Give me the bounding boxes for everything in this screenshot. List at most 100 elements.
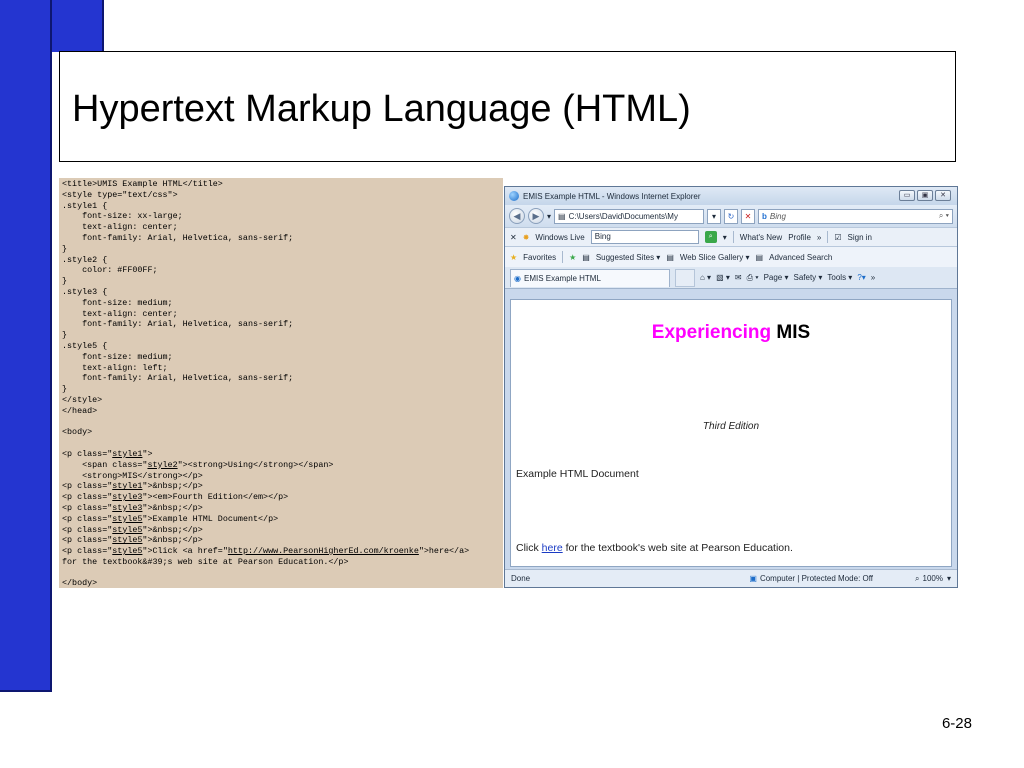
code-line: .style2 { (62, 255, 500, 266)
back-button[interactable]: ◀ (509, 208, 525, 224)
search-input[interactable]: b Bing ⌕ ▾ (758, 208, 953, 224)
code-segment: text-align: center; (62, 222, 178, 233)
left-accent-bar (0, 0, 52, 692)
close-button[interactable]: ✕ (935, 190, 951, 201)
zoom-dropdown-icon[interactable]: ▾ (947, 574, 951, 583)
more-chevron-icon[interactable]: » (817, 233, 821, 242)
code-line: <p class="style1"> (62, 449, 500, 460)
advanced-search-link[interactable]: Advanced Search (769, 253, 832, 262)
code-segment: text-align: left; (62, 362, 168, 373)
code-segment: color: #FF00FF; (62, 265, 158, 276)
favorites-button[interactable]: Favorites (523, 253, 556, 262)
code-segment: "><strong>Using</strong></span> (177, 459, 334, 470)
page-icon: ▤ (558, 211, 566, 221)
close-toolbar-icon[interactable]: ✕ (510, 233, 517, 242)
safety-menu[interactable]: Safety ▾ (793, 273, 822, 282)
ie-logo-icon (509, 191, 519, 201)
bing-icon: b (762, 211, 767, 221)
code-segment: </body> (62, 578, 98, 588)
stop-button[interactable]: ✕ (741, 208, 756, 224)
code-segment: "><em>Fourth Edition</em></p> (142, 492, 289, 503)
address-dropdown-button[interactable]: ▾ (707, 208, 722, 224)
code-segment: <title>UMIS Example HTML</title> (62, 179, 223, 189)
address-bar-row: ◀ ▶ ▾ ▤ C:\Users\David\Documents\My ▾ ↻ … (505, 205, 957, 227)
sign-in-link[interactable]: Sign in (848, 233, 872, 242)
code-segment: <strong>MIS</strong></p> (62, 470, 203, 481)
code-segment: font-size: xx-large; (62, 211, 183, 222)
code-segment: ">&nbsp;</p> (142, 524, 203, 535)
whats-new-link[interactable]: What's New (740, 233, 782, 242)
suggested-sites-link[interactable]: Suggested Sites ▾ (596, 253, 661, 262)
tab-title: EMIS Example HTML (523, 273, 601, 283)
code-segment: style1 (112, 481, 143, 492)
tools-menu[interactable]: Tools ▾ (827, 273, 852, 282)
code-segment: .style5 { (62, 340, 108, 351)
print-icon[interactable]: ⎙ ▾ (747, 273, 759, 283)
address-input[interactable]: ▤ C:\Users\David\Documents\My (554, 208, 705, 224)
code-line: <p class="style5">Example HTML Document<… (62, 514, 500, 525)
maximize-button[interactable]: ▣ (917, 190, 933, 201)
feeds-icon[interactable]: ▧ ▾ (716, 273, 730, 282)
separator (562, 251, 564, 263)
checkbox-icon[interactable]: ☑ (834, 233, 841, 242)
windows-live-link[interactable]: Windows Live (535, 233, 584, 242)
chevron-down-icon[interactable]: ▾ (547, 212, 551, 221)
window-title: EMIS Example HTML - Windows Internet Exp… (523, 191, 701, 201)
add-favorite-icon[interactable]: ★ (569, 253, 576, 262)
code-line: .style5 { (62, 341, 500, 352)
code-segment: <p class=" (62, 448, 113, 459)
code-line: font-family: Arial, Helvetica, sans-seri… (62, 373, 500, 384)
code-segment: <p class=" (62, 513, 113, 524)
web-slice-gallery-link[interactable]: Web Slice Gallery ▾ (680, 253, 750, 262)
heading-black-text: MIS (776, 322, 811, 343)
forward-button[interactable]: ▶ (528, 208, 544, 224)
tab-bar: ◉ EMIS Example HTML ⌂ ▾ ▧ ▾ ✉ ⎙ ▾ Page ▾… (505, 267, 957, 289)
code-line: </head> (62, 406, 500, 417)
search-icon[interactable]: ⌕ ▾ (939, 211, 949, 221)
code-segment: font-family: Arial, Helvetica, sans-seri… (62, 373, 294, 384)
tab-emis-example[interactable]: ◉ EMIS Example HTML (510, 268, 670, 287)
code-line: .style1 { (62, 201, 500, 212)
code-segment: style3 (112, 502, 143, 513)
code-line: font-family: Arial, Helvetica, sans-seri… (62, 319, 500, 330)
slide-title: Hypertext Markup Language (HTML) (72, 88, 691, 130)
refresh-button[interactable]: ↻ (724, 208, 739, 224)
zoom-level[interactable]: 100% (923, 574, 943, 583)
help-icon[interactable]: ?▾ (857, 273, 865, 282)
home-icon[interactable]: ⌂ ▾ (700, 273, 711, 282)
minimize-button[interactable]: ▭ (899, 190, 915, 201)
zoom-icon[interactable]: ⌕ (915, 574, 919, 584)
code-segment: ">here</a> (418, 546, 470, 557)
profile-link[interactable]: Profile (788, 233, 811, 242)
page-menu[interactable]: Page ▾ (764, 273, 789, 282)
code-segment: .style3 { (62, 286, 108, 297)
code-line: <title>UMIS Example HTML</title> (62, 179, 500, 190)
code-line: <body> (62, 427, 500, 438)
code-line: text-align: center; (62, 222, 500, 233)
page-number: 6-28 (941, 715, 972, 732)
code-line: text-align: left; (62, 363, 500, 374)
code-segment: </head> (62, 405, 98, 416)
toolbar-search-button[interactable]: ⌕ (704, 231, 717, 243)
code-line: <p class="style3"><em>Fourth Edition</em… (62, 492, 500, 503)
code-segment: } (62, 330, 68, 341)
toolbar-search-input[interactable]: Bing (590, 230, 699, 244)
advanced-search-icon: ▤ (755, 252, 764, 262)
mail-icon[interactable]: ✉ (735, 273, 742, 282)
code-segment: for the textbook&#39;s web site at Pears… (62, 556, 349, 567)
more-commands-icon[interactable]: » (871, 273, 875, 282)
security-zone[interactable]: Computer | Protected Mode: Off (760, 574, 873, 583)
code-line: font-family: Arial, Helvetica, sans-seri… (62, 233, 500, 244)
toolbar-dropdown-icon[interactable]: ▾ (723, 233, 727, 242)
code-line: font-size: medium; (62, 298, 500, 309)
click-suffix: for the textbook's web site at Pearson E… (562, 542, 793, 554)
code-segment: style5 (112, 546, 143, 557)
code-segment: <body> (62, 427, 93, 438)
new-tab-button[interactable] (675, 268, 695, 287)
windows-live-toolbar: ✕ ✸ Windows Live Bing ⌕ ▾ What's New Pro… (505, 227, 957, 247)
code-segment: font-size: medium; (62, 297, 173, 308)
title-box: Hypertext Markup Language (HTML) (59, 51, 956, 162)
here-link[interactable]: here (542, 542, 563, 554)
html-code-panel: <title>UMIS Example HTML</title> <style t… (59, 178, 503, 588)
code-segment: ">&nbsp;</p> (142, 481, 203, 492)
